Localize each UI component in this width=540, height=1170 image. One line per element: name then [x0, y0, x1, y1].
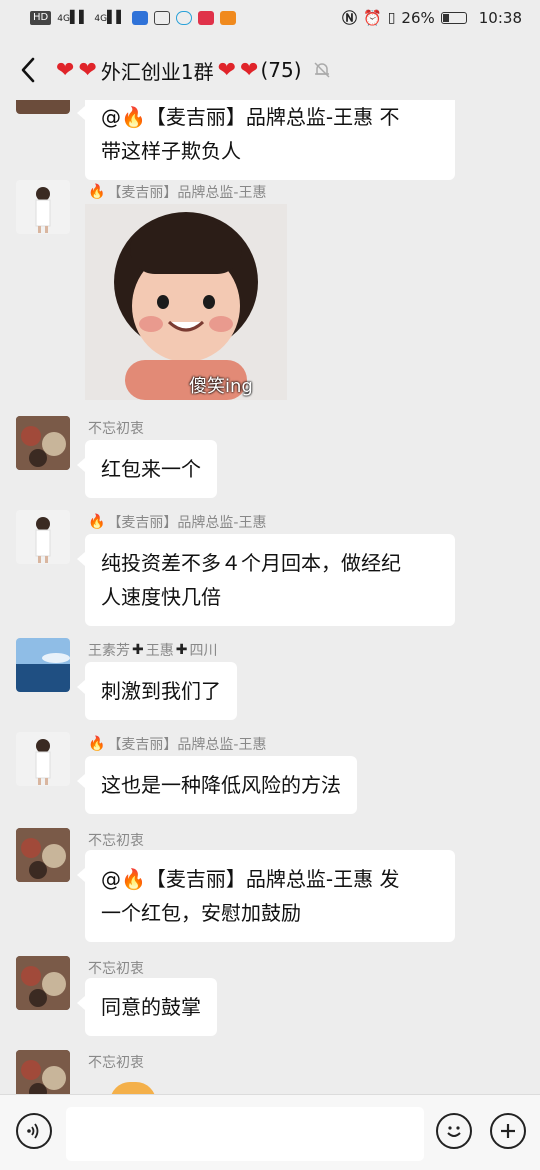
message-bubble[interactable]: @🔥【麦吉丽】品牌总监-王惠 发 一个红包，安慰加鼓励 — [77, 850, 455, 942]
message-bubble[interactable]: 红包来一个 — [77, 440, 217, 498]
avatar[interactable] — [16, 416, 70, 470]
fire-icon: 🔥 — [88, 736, 106, 752]
alarm-icon: ⏰ — [363, 9, 382, 27]
back-arrow-icon[interactable] — [16, 55, 40, 85]
fire-icon: 🔥 — [88, 514, 106, 530]
avatar[interactable] — [16, 732, 70, 786]
message-text: @🔥【麦吉丽】品牌总监-王惠 发 — [101, 867, 400, 891]
sender-name: 🔥 【麦吉丽】品牌总监-王惠 — [88, 736, 267, 753]
voice-icon — [27, 1123, 39, 1139]
message-text: 刺激到我们了 — [101, 679, 221, 703]
hd-icon: HD — [30, 11, 52, 25]
avatar[interactable] — [16, 1050, 70, 1094]
message-text: 纯投资差不多４个月回本，做经纪 — [101, 551, 401, 575]
sticker-image[interactable]: 傻笑ing — [85, 204, 287, 400]
vibrate-icon: ▯ — [387, 10, 396, 26]
heart-icon: ❤ — [56, 57, 75, 83]
message-text: 这也是一种降低风险的方法 — [101, 773, 341, 797]
battery-icon — [440, 12, 467, 24]
battery-percent: 26% — [401, 9, 435, 27]
heart-icon: ❤ — [78, 57, 97, 83]
heart-icon: ❤ — [217, 57, 237, 83]
signal-4g-icon: 4G▌▌ — [57, 10, 89, 24]
heart-icon: ❤ — [240, 57, 259, 83]
avatar[interactable] — [16, 510, 70, 564]
message-text: 带这样子欺负人 — [101, 139, 241, 163]
cross-icon: ✚ — [175, 642, 188, 658]
hand-icon — [153, 11, 170, 25]
avatar[interactable] — [16, 100, 70, 114]
cross-icon: ✚ — [132, 642, 144, 658]
message-text: 一个红包，安慰加鼓励 — [101, 901, 301, 925]
message-text: @🔥【麦吉丽】品牌总监-王惠 不 — [101, 105, 400, 129]
plus-icon — [501, 1124, 515, 1138]
message-text: 同意的鼓掌 — [101, 995, 201, 1019]
sender-name: 🔥 【麦吉丽】品牌总监-王惠 — [88, 514, 267, 531]
message-input[interactable] — [66, 1107, 424, 1161]
avatar[interactable] — [16, 180, 70, 234]
emoji-icon — [447, 1126, 461, 1137]
status-bar: HD 4G▌▌ 4G▌▌ Ⓝ ⏰ ▯ 26% 10:38 — [0, 0, 540, 36]
sender-name: 不忘初衷 — [88, 833, 144, 849]
sender-name: 不忘初衷 — [88, 961, 144, 977]
message-bubble[interactable]: 纯投资差不多４个月回本，做经纪 人速度快几倍 — [77, 534, 455, 626]
fire-icon: 🔥 — [88, 184, 106, 200]
message-bubble[interactable]: 这也是一种降低风险的方法 — [77, 756, 357, 814]
chat-header: ❤ ❤ 外汇创业1群 ❤ ❤ (75) — [0, 40, 540, 100]
shield-icon — [131, 11, 148, 25]
message-bubble[interactable]: @🔥【麦吉丽】品牌总监-王惠 不 带这样子欺负人 — [77, 100, 455, 180]
nfc-icon: Ⓝ — [342, 9, 358, 27]
status-right-icons: Ⓝ ⏰ ▯ 26% 10:38 — [342, 9, 522, 27]
message-bubble[interactable]: 同意的鼓掌 — [77, 978, 217, 1036]
sticker-caption: 傻笑ing — [189, 376, 253, 397]
emoji-button[interactable] — [436, 1113, 472, 1149]
message-text: 人速度快几倍 — [101, 585, 221, 609]
avatar[interactable] — [16, 828, 70, 882]
plus-button[interactable] — [490, 1113, 526, 1149]
sender-name: 不忘初衷 — [88, 421, 144, 437]
message-text: 红包来一个 — [101, 457, 201, 481]
signal-4g-icon: 4G▌▌ — [94, 10, 126, 24]
clap-emoji-icon — [110, 1082, 156, 1094]
avatar[interactable] — [16, 638, 70, 692]
voice-button[interactable] — [16, 1113, 52, 1149]
status-left-icons: HD 4G▌▌ 4G▌▌ — [30, 10, 236, 26]
cloud-icon — [175, 11, 192, 25]
sender-name: 🔥 【麦吉丽】品牌总监-王惠 — [88, 184, 267, 201]
mute-bell-icon — [312, 60, 332, 80]
chat-area[interactable]: @🔥【麦吉丽】品牌总监-王惠 不 带这样子欺负人 🔥 【麦吉丽】品牌总监-王惠 … — [0, 100, 540, 1094]
sender-name: 王素芳 ✚ 王惠 ✚ 四川 — [88, 642, 218, 659]
message-bubble[interactable]: 刺激到我们了 — [77, 662, 237, 720]
video-icon — [219, 11, 236, 25]
status-time: 10:38 — [478, 9, 522, 27]
group-title: 外汇创业1群 — [100, 59, 214, 84]
input-bar — [0, 1094, 540, 1170]
sender-name: 不忘初衷 — [88, 1055, 144, 1071]
app-icon — [197, 11, 214, 25]
avatar[interactable] — [16, 956, 70, 1010]
member-count: (75) — [260, 58, 302, 82]
